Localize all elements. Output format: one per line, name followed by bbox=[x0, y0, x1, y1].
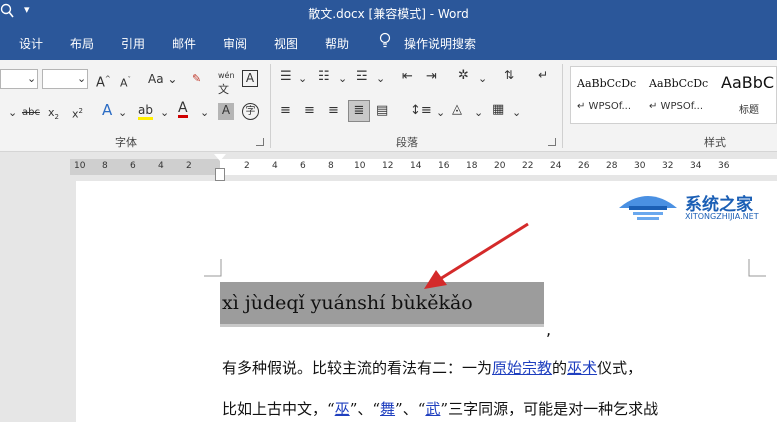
watermark-icon bbox=[619, 196, 677, 220]
watermark-url: XITONGZHIJIA.NET bbox=[685, 212, 759, 221]
watermark-logo: 系统之家 XITONGZHIJIA.NET bbox=[615, 186, 765, 228]
